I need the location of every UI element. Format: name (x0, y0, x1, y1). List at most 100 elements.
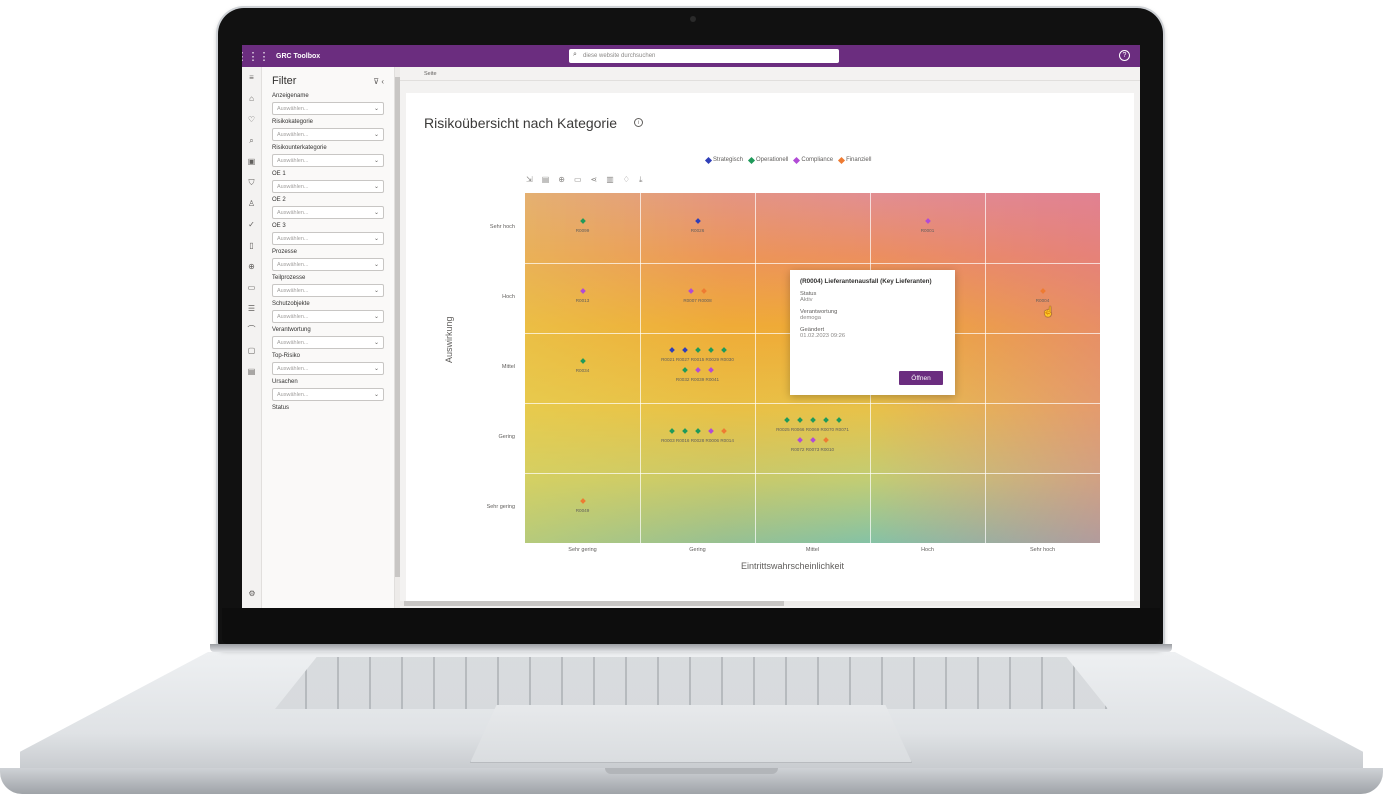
risk-marker[interactable] (579, 498, 586, 504)
filter-dropdown[interactable]: Auswählen... ⌄ (272, 206, 384, 219)
bulb-icon[interactable]: ♢ (623, 175, 630, 185)
tooltip-title: (R0004) Lieferantenausfall (Key Lieferan… (800, 278, 932, 285)
risk-marker[interactable] (809, 437, 816, 443)
info-icon[interactable]: i (634, 118, 643, 127)
tooltip-owner-value: demoga (800, 315, 821, 321)
shield-icon[interactable]: ⛉ (242, 172, 261, 193)
risk-marker[interactable] (720, 347, 727, 353)
risk-marker[interactable] (822, 437, 829, 443)
home-icon[interactable]: ⌂ (242, 88, 261, 109)
risk-cell-group[interactable]: R0001 (870, 217, 985, 237)
chart-icon[interactable]: ▥ (606, 175, 614, 185)
risk-marker[interactable] (809, 417, 816, 423)
legend-item[interactable]: Operationell (747, 156, 788, 164)
risk-marker[interactable] (924, 218, 931, 224)
risk-marker[interactable] (822, 417, 829, 423)
risk-marker[interactable] (835, 417, 842, 423)
waffle-icon[interactable]: ⋮⋮⋮ (242, 45, 270, 67)
filter-label: Top-Risiko (272, 353, 301, 359)
risk-marker[interactable] (579, 218, 586, 224)
risk-marker[interactable] (681, 428, 688, 434)
file-icon[interactable]: ▢ (242, 340, 261, 361)
focus-icon[interactable]: ⊕ (558, 175, 565, 185)
risk-marker[interactable] (707, 347, 714, 353)
risk-marker[interactable] (694, 347, 701, 353)
risk-cell-group[interactable]: R0034 (525, 357, 640, 377)
help-icon[interactable]: ? (1119, 50, 1130, 61)
risk-marker[interactable] (668, 347, 675, 353)
risk-cell-group[interactable]: R0099 (525, 217, 640, 237)
wifi-icon[interactable]: ⌒ (242, 319, 261, 340)
legend-item[interactable]: Compliance (793, 156, 833, 164)
filter-dropdown[interactable]: Auswählen... ⌄ (272, 232, 384, 245)
filter-dropdown[interactable]: Auswählen... ⌄ (272, 102, 384, 115)
export-icon[interactable]: ⤓ (639, 175, 643, 185)
legend-item[interactable]: Strategisch (704, 156, 743, 164)
report-hscroll[interactable] (400, 601, 1140, 606)
risk-marker[interactable] (688, 288, 694, 294)
filter-dropdown[interactable]: Auswählen... ⌄ (272, 154, 384, 167)
filter-placeholder: Auswählen... (277, 339, 309, 346)
legend-item[interactable]: Finanziell (838, 156, 871, 164)
risk-id-label: R0003 R0016 R0028 R0006 R0014 (661, 438, 734, 443)
risk-marker[interactable] (681, 367, 688, 373)
filter-dropdown[interactable]: Auswählen... ⌄ (272, 336, 384, 349)
report-icon[interactable]: ▤ (242, 361, 261, 382)
table-icon[interactable]: ▤ (542, 175, 550, 185)
risk-marker[interactable] (796, 437, 803, 443)
risk-marker[interactable] (1039, 288, 1046, 294)
risk-marker[interactable] (579, 358, 586, 364)
filter-dropdown[interactable]: Auswählen... ⌄ (272, 310, 384, 323)
risk-cell-group[interactable]: R0049 (525, 497, 640, 517)
globe-icon[interactable]: ⊕ (242, 256, 261, 277)
folder-icon[interactable]: ▭ (242, 277, 261, 298)
filter-dropdown[interactable]: Auswählen... ⌄ (272, 388, 384, 401)
risk-marker[interactable] (579, 288, 586, 294)
menu-icon[interactable]: ≡ (242, 67, 261, 88)
risk-cell-group[interactable]: R0021 R0027 R0015 R0029 R0030 R0032 R0039… (640, 346, 755, 386)
risk-marker[interactable] (701, 288, 707, 294)
risk-cell-group[interactable]: R0026 (640, 217, 755, 237)
filter-label: Verantwortung (272, 327, 311, 333)
x-tick-label: Sehr hoch (1029, 547, 1056, 553)
page-tab[interactable]: Seite (424, 71, 437, 77)
risk-cell-group[interactable]: R0004 (985, 287, 1100, 307)
filter-dropdown[interactable]: Auswählen... ⌄ (272, 284, 384, 297)
drill-icon[interactable]: ⇲ (526, 175, 533, 185)
filter-dropdown[interactable]: Auswählen... ⌄ (272, 362, 384, 375)
risk-cell-group[interactable]: R0025 R0066 R0069 R0070 R0071 R0072 R0073… (755, 416, 870, 456)
filter-list-icon[interactable]: ☰ (242, 298, 261, 319)
filter-dropdown[interactable]: Auswählen... ⌄ (272, 180, 384, 193)
person-icon[interactable]: ♙ (242, 193, 261, 214)
risk-marker[interactable] (694, 218, 701, 224)
risk-id-label: R0021 R0027 R0015 R0029 R0030 (661, 357, 734, 362)
filter-dropdown[interactable]: Auswählen... ⌄ (272, 258, 384, 271)
risk-marker[interactable] (707, 428, 714, 434)
risk-marker[interactable] (707, 367, 714, 373)
risk-marker[interactable] (694, 428, 701, 434)
search-icon[interactable]: ⌕ (242, 130, 261, 151)
check-circle-icon[interactable]: ✓ (242, 214, 261, 235)
heart-icon[interactable]: ♡ (242, 109, 261, 130)
settings-icon[interactable]: ⚙ (242, 583, 262, 604)
risk-marker[interactable] (668, 428, 675, 434)
risk-marker[interactable] (694, 367, 701, 373)
x-tick-label: Gering (689, 547, 706, 553)
document-icon[interactable]: ▯ (242, 235, 261, 256)
filter-dropdown[interactable]: Auswählen... ⌄ (272, 128, 384, 141)
filter-funnel-icon[interactable]: ⊽ ‹ (373, 77, 384, 86)
risk-cell-group[interactable]: R0013 (525, 287, 640, 307)
open-button[interactable]: Öffnen (899, 371, 943, 385)
risk-cell-group[interactable]: R0003 R0016 R0028 R0006 R0014 (640, 427, 755, 447)
risk-marker[interactable] (796, 417, 803, 423)
expand-icon[interactable]: ▭ (574, 175, 582, 185)
risk-cell-group[interactable]: R0007 R0008 (640, 287, 755, 307)
risk-tooltip: (R0004) Lieferantenausfall (Key Lieferan… (790, 270, 955, 395)
risk-marker[interactable] (681, 347, 688, 353)
dashboard-icon[interactable]: ▣ (242, 151, 261, 172)
share-icon[interactable]: ⋖ (591, 175, 598, 185)
app-name[interactable]: GRC Toolbox (276, 53, 320, 60)
risk-marker[interactable] (720, 428, 727, 434)
risk-marker[interactable] (783, 417, 790, 423)
search-input[interactable]: ⌕ diese website durchsuchen (569, 49, 839, 63)
